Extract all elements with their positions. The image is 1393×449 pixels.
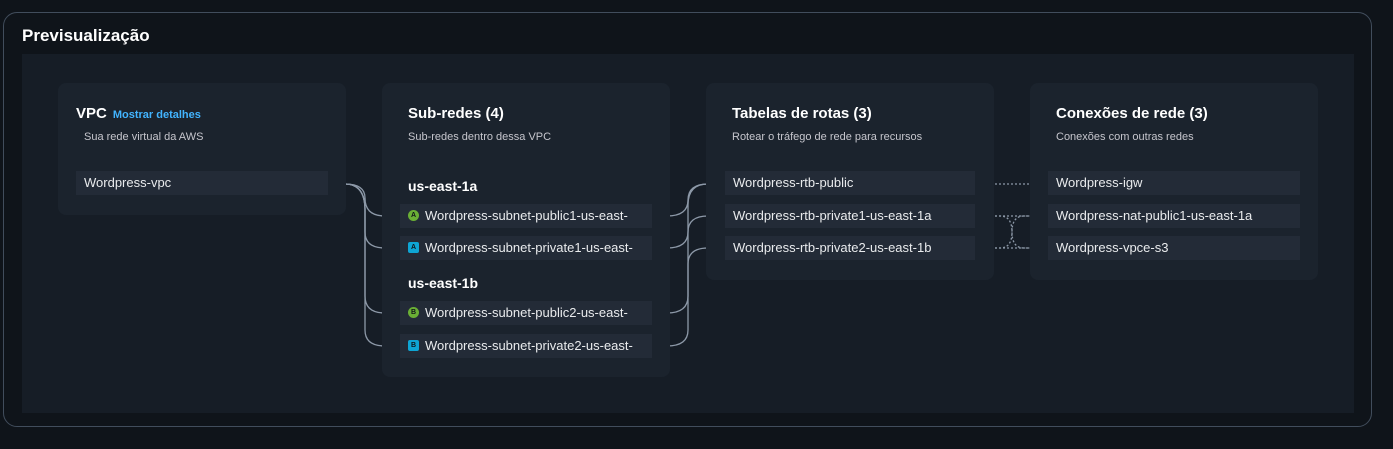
subnet-item[interactable]: A Wordpress-subnet-public1-us-east- (400, 204, 652, 228)
subnet-label: Wordpress-subnet-private1-us-east- (425, 240, 633, 255)
subnet-item[interactable]: A Wordpress-subnet-private1-us-east- (400, 236, 652, 260)
route-table-item[interactable]: Wordpress-rtb-private1-us-east-1a (725, 204, 975, 228)
private-subnet-a-icon: A (408, 242, 419, 254)
subnet-item[interactable]: B Wordpress-subnet-public2-us-east- (400, 301, 652, 325)
zone-label-us-east-1a: us-east-1a (408, 178, 478, 194)
connection-item[interactable]: Wordpress-vpce-s3 (1048, 236, 1300, 260)
connections-card-title: Conexões de rede (3) (1056, 105, 1208, 122)
subnets-card: Sub-redes (4) Sub-redes dentro dessa VPC (382, 83, 670, 377)
route-tables-card-subtitle: Rotear o tráfego de rede para recursos (732, 131, 923, 143)
vpc-card-header: VPC Mostrar detalhes (76, 105, 201, 122)
subnets-card-subtitle: Sub-redes dentro dessa VPC (408, 131, 552, 143)
subnet-label: Wordpress-subnet-private2-us-east- (425, 338, 633, 353)
connections-card-subtitle: Conexões com outras redes (1056, 131, 1194, 143)
vpc-item[interactable]: Wordpress-vpc (76, 171, 328, 195)
public-subnet-b-icon: B (408, 307, 419, 319)
vpc-card-subtitle: Sua rede virtual da AWS (84, 131, 204, 143)
connection-item[interactable]: Wordpress-igw (1048, 171, 1300, 195)
subnets-card-title: Sub-redes (4) (408, 105, 504, 122)
show-details-link[interactable]: Mostrar detalhes (113, 109, 201, 121)
private-subnet-b-icon: B (408, 340, 419, 352)
route-table-item[interactable]: Wordpress-rtb-private2-us-east-1b (725, 236, 975, 260)
subnet-item[interactable]: B Wordpress-subnet-private2-us-east- (400, 334, 652, 358)
public-subnet-a-icon: A (408, 210, 419, 222)
zone-label-us-east-1b: us-east-1b (408, 275, 479, 291)
vpc-card-title: VPC (76, 105, 107, 122)
vpc-card: VPC Mostrar detalhes Sua rede virtual da … (58, 83, 346, 215)
route-table-item[interactable]: Wordpress-rtb-public (725, 171, 975, 195)
connection-item[interactable]: Wordpress-nat-public1-us-east-1a (1048, 204, 1300, 228)
subnet-label: Wordpress-subnet-public1-us-east- (425, 208, 628, 223)
subnet-label: Wordpress-subnet-public2-us-east- (425, 305, 628, 320)
preview-title: Previsualização (22, 26, 150, 45)
route-tables-card-title: Tabelas de rotas (3) (732, 105, 872, 122)
